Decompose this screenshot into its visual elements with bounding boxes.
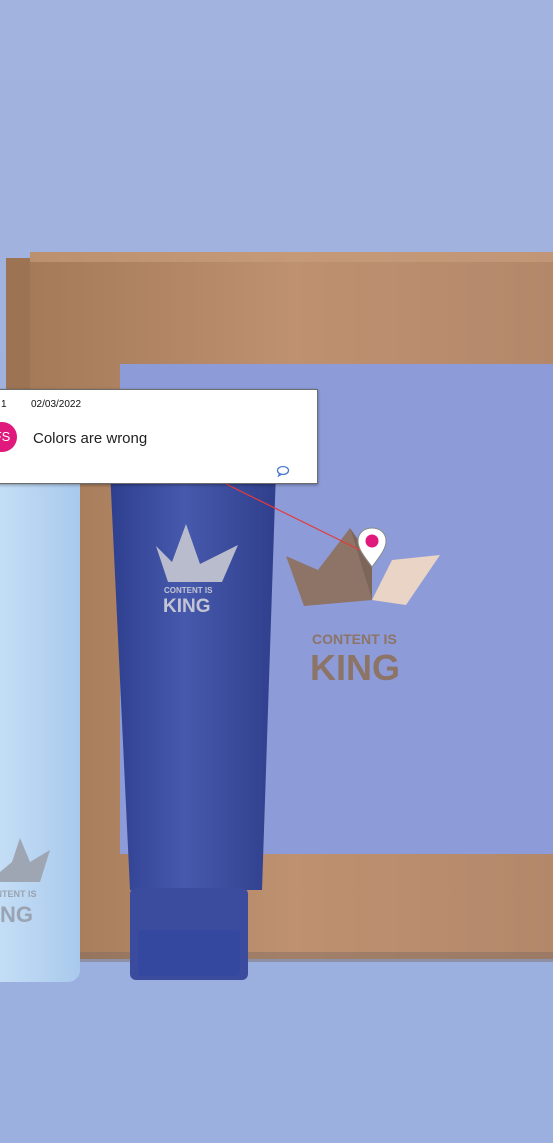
bottle-logo-line1: CONTENT IS bbox=[0, 889, 37, 899]
tube-logo-line1: CONTENT IS bbox=[164, 586, 213, 595]
comment-text: Colors are wrong bbox=[33, 430, 148, 447]
tube-logo-line2: KING bbox=[163, 596, 211, 617]
comment-number: 1 bbox=[1, 399, 7, 410]
box-logo-line2: KING bbox=[310, 647, 400, 688]
author-avatar: FS bbox=[0, 422, 17, 452]
box-logo-line1: CONTENT IS bbox=[312, 631, 397, 647]
bottle-logo-line2: KING bbox=[0, 902, 33, 927]
comment-popup[interactable]: 1 02/03/2022 FS Colors are wrong bbox=[0, 389, 318, 484]
product-mockup-scene: CONTENT IS KING CONTENT IS KING CONTENT … bbox=[0, 0, 553, 1143]
box-shadow bbox=[6, 952, 553, 962]
tube bbox=[110, 470, 276, 890]
floor bbox=[0, 960, 553, 1143]
comment-bubble-icon[interactable] bbox=[276, 465, 290, 477]
comment-date: 02/03/2022 bbox=[31, 399, 82, 410]
